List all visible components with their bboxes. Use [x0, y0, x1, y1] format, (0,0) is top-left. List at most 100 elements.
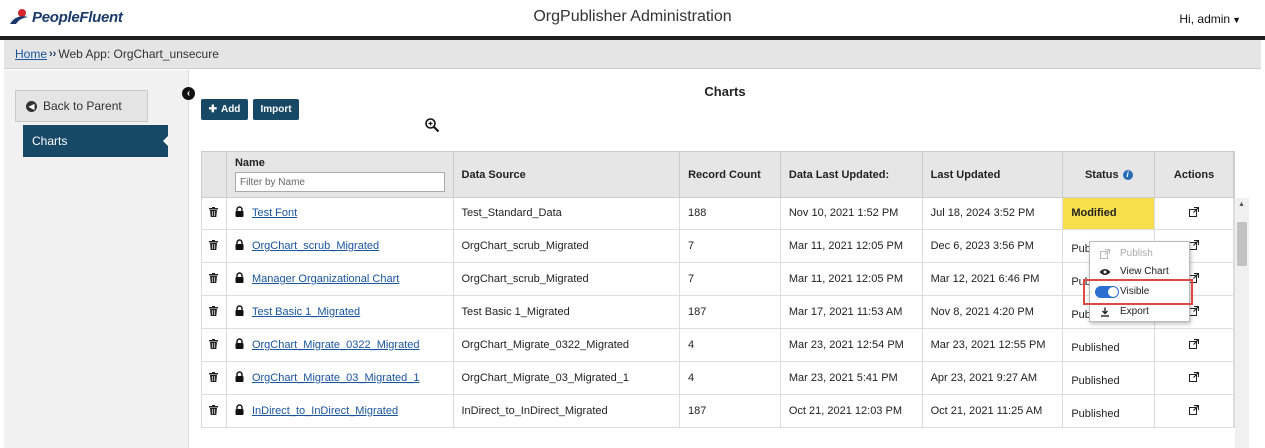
name-cell: Test Font [227, 197, 454, 229]
external-link-icon [1090, 248, 1120, 259]
table-row[interactable]: Manager Organizational Chart OrgChart_scr… [201, 263, 1235, 296]
header-name: Name [227, 152, 454, 197]
table-row[interactable]: OrgChart_scrub_Migrated OrgChart_scrub_Mi… [201, 230, 1235, 263]
breadcrumb-separator: ›› [49, 48, 57, 60]
chart-name-link[interactable]: Manager Organizational Chart [252, 273, 399, 285]
collapse-sidebar-icon[interactable]: ‹ [182, 87, 195, 100]
data-last-updated-cell: Mar 11, 2021 12:05 PM [781, 230, 923, 262]
eye-icon [1090, 268, 1120, 276]
status-badge: Modified [1063, 197, 1156, 229]
sidebar-item-charts[interactable]: Charts [23, 125, 168, 157]
add-label: Add [220, 104, 241, 115]
menu-item-label: Publish [1120, 248, 1153, 259]
table-row[interactable]: OrgChart_Migrate_0322_Migrated OrgChart_M… [201, 329, 1235, 362]
delete-button[interactable] [202, 395, 227, 427]
delete-button[interactable] [202, 329, 227, 361]
table-row[interactable]: Test Basic 1_Migrated Test Basic 1_Migrat… [201, 296, 1235, 329]
external-link-icon [1189, 305, 1200, 319]
table-row[interactable]: OrgChart_Migrate_03_Migrated_1 OrgChart_M… [201, 362, 1235, 395]
chart-name-link[interactable]: OrgChart_Migrate_03_Migrated_1 [252, 372, 420, 384]
data-last-updated-cell: Nov 10, 2021 1:52 PM [781, 197, 923, 229]
external-link-icon [1189, 338, 1200, 352]
name-cell: InDirect_to_InDirect_Migrated [227, 395, 454, 427]
record-count-cell: 187 [680, 395, 781, 427]
chart-name-link[interactable]: OrgChart_Migrate_0322_Migrated [252, 339, 420, 351]
record-count-cell: 187 [680, 296, 781, 328]
scroll-up-arrow-icon[interactable]: ▲ [1238, 201, 1245, 208]
caret-down-icon: ▼ [1232, 15, 1241, 25]
lock-icon [235, 338, 244, 352]
info-icon[interactable]: i [1122, 169, 1133, 180]
trash-icon [209, 239, 219, 253]
open-chart-button[interactable] [1155, 362, 1234, 394]
external-link-icon [1189, 206, 1200, 220]
data-last-updated-cell: Mar 23, 2021 12:54 PM [781, 329, 923, 361]
back-to-parent-button[interactable]: ◀ Back to Parent [15, 90, 148, 122]
import-button[interactable]: Import [253, 99, 299, 120]
delete-button[interactable] [202, 230, 227, 262]
filter-by-name-input[interactable] [234, 172, 445, 192]
visible-highlight-box [1083, 279, 1193, 305]
external-link-icon [1189, 239, 1200, 253]
table-row[interactable]: Test Font Test_Standard_Data 188 Nov 10, 20… [201, 197, 1235, 230]
record-count-cell: 188 [680, 197, 781, 229]
data-source-cell: OrgChart_scrub_Migrated [454, 230, 681, 262]
table-header: Name Data Source Record Count Data Last … [201, 151, 1235, 198]
menu-item-label: Export [1120, 306, 1149, 317]
sidebar: ◀ Back to Parent Charts [4, 70, 189, 448]
name-cell: Test Basic 1_Migrated [227, 296, 454, 328]
breadcrumb: Home ›› Web App: OrgChart_unsecure [4, 40, 1261, 69]
delete-button[interactable] [202, 296, 227, 328]
import-label: Import [260, 104, 292, 115]
record-count-cell: 7 [680, 263, 781, 295]
header-name-label: Name [234, 157, 265, 169]
data-source-cell: OrgChart_Migrate_0322_Migrated [454, 329, 681, 361]
external-link-icon [1189, 404, 1200, 418]
lock-icon [235, 239, 244, 253]
app-title: OrgPublisher Administration [533, 8, 732, 25]
lock-icon [235, 272, 244, 286]
data-source-cell: Test Basic 1_Migrated [454, 296, 681, 328]
chart-name-link[interactable]: OrgChart_scrub_Migrated [252, 240, 379, 252]
data-source-cell: OrgChart_scrub_Migrated [454, 263, 681, 295]
record-count-cell: 7 [680, 230, 781, 262]
user-menu[interactable]: Hi, admin ▼ [1179, 12, 1241, 26]
header-data-last-updated[interactable]: Data Last Updated: [781, 152, 923, 197]
delete-button[interactable] [202, 197, 227, 229]
trash-icon [209, 371, 219, 385]
header-data-source[interactable]: Data Source [454, 152, 681, 197]
add-chart-button[interactable]: ✚ Add [201, 99, 248, 120]
breadcrumb-home-link[interactable]: Home [15, 47, 47, 61]
user-greeting: Hi, admin [1179, 12, 1231, 26]
header-status-label: Status [1084, 168, 1119, 181]
lock-icon [235, 206, 244, 220]
data-last-updated-cell: Mar 23, 2021 5:41 PM [781, 362, 923, 394]
delete-button[interactable] [202, 263, 227, 295]
header-record-count[interactable]: Record Count [680, 152, 781, 197]
top-bar: PeopleFluent OrgPublisher Administration… [0, 0, 1265, 36]
open-chart-button[interactable] [1155, 395, 1234, 427]
external-link-icon [1189, 371, 1200, 385]
header-last-updated[interactable]: Last Updated [923, 152, 1064, 197]
scroll-thumb[interactable] [1237, 222, 1247, 266]
chart-name-link[interactable]: Test Basic 1_Migrated [252, 306, 360, 318]
data-last-updated-cell: Oct 21, 2021 12:03 PM [781, 395, 923, 427]
breadcrumb-current: Web App: OrgChart_unsecure [58, 47, 219, 61]
last-updated-cell: Apr 23, 2021 9:27 AM [923, 362, 1064, 394]
delete-button[interactable] [202, 362, 227, 394]
lock-icon [235, 371, 244, 385]
header-status[interactable]: Status i [1063, 152, 1156, 197]
open-chart-button[interactable] [1155, 329, 1234, 361]
last-updated-cell: Mar 12, 2021 6:46 PM [923, 263, 1064, 295]
name-cell: OrgChart_Migrate_0322_Migrated [227, 329, 454, 361]
table-row[interactable]: InDirect_to_InDirect_Migrated InDirect_to… [201, 395, 1235, 428]
last-updated-cell: Nov 8, 2021 4:20 PM [923, 296, 1064, 328]
status-badge: Published [1063, 362, 1156, 394]
trash-icon [209, 272, 219, 286]
menu-item-publish[interactable]: Publish [1090, 244, 1189, 263]
chart-name-link[interactable]: InDirect_to_InDirect_Migrated [252, 405, 398, 417]
chart-name-link[interactable]: Test Font [252, 207, 297, 219]
back-to-parent-label: Back to Parent [43, 99, 122, 113]
open-chart-button[interactable] [1155, 197, 1234, 229]
trash-icon [209, 206, 219, 220]
